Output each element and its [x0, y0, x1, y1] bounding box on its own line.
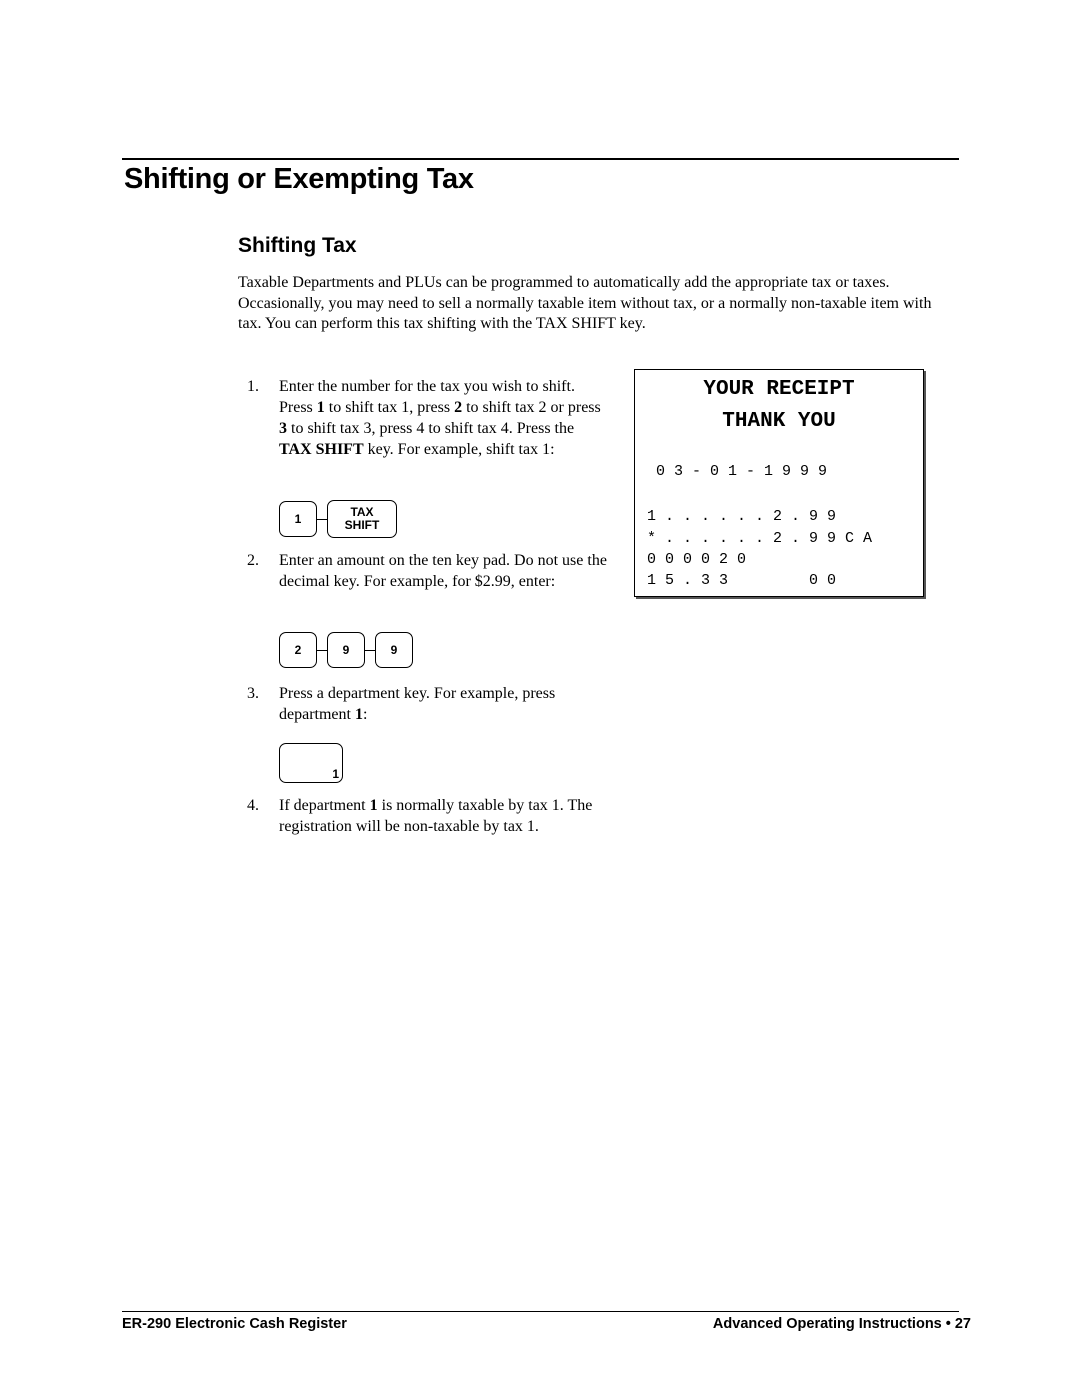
receipt-line: 0 0 0 0 2 0: [647, 551, 747, 568]
receipt-header-line-1: YOUR RECEIPT: [703, 378, 855, 401]
step-1-key-sequence: 1 TAX SHIFT: [279, 500, 397, 538]
key-2: 2: [279, 632, 317, 668]
step-number: 1.: [247, 378, 259, 395]
step-text: Press a department key. For example, pre…: [279, 685, 556, 723]
step-2-key-sequence: 2 9 9: [279, 632, 413, 668]
chapter-title: Shifting or Exempting Tax: [124, 163, 474, 195]
intro-paragraph: Taxable Departments and PLUs can be prog…: [238, 274, 932, 332]
receipt-date: 0 3 - 0 1 - 1 9 9 9: [656, 463, 828, 480]
key-connector: [365, 649, 375, 651]
step-text: Enter the number for the tax you wish to…: [279, 378, 601, 458]
step-number: 4.: [247, 797, 259, 814]
key-9: 9: [375, 632, 413, 668]
receipt-line: 1 5 . 3 3 0 0: [647, 572, 837, 589]
top-rule: [122, 158, 959, 160]
tax-shift-key: TAX SHIFT: [327, 500, 397, 538]
step-number: 2.: [247, 552, 259, 569]
key-9: 9: [327, 632, 365, 668]
key-connector: [317, 518, 327, 520]
key-connector: [317, 649, 327, 651]
section-title: Shifting Tax: [238, 234, 357, 257]
step-number: 3.: [247, 685, 259, 702]
step-3-key-sequence: 1: [279, 743, 343, 783]
receipt-line: * . . . . . . 2 . 9 9 C A: [647, 530, 873, 547]
step-text: Enter an amount on the ten key pad. Do n…: [279, 552, 607, 590]
receipt-line: 1 . . . . . . 2 . 9 9: [647, 508, 837, 525]
footer-product-name: ER-290 Electronic Cash Register: [122, 1316, 347, 1332]
footer-page-info: Advanced Operating Instructions • 27: [712, 1316, 971, 1332]
key-1: 1: [279, 501, 317, 537]
department-1-key: 1: [279, 743, 343, 783]
receipt-sample: YOUR RECEIPT THANK YOU 0 3 - 0 1 - 1 9 9…: [634, 369, 924, 597]
footer-rule: [122, 1311, 959, 1312]
receipt-header-line-2: THANK YOU: [722, 410, 836, 433]
step-text: If department 1 is normally taxable by t…: [279, 797, 593, 835]
